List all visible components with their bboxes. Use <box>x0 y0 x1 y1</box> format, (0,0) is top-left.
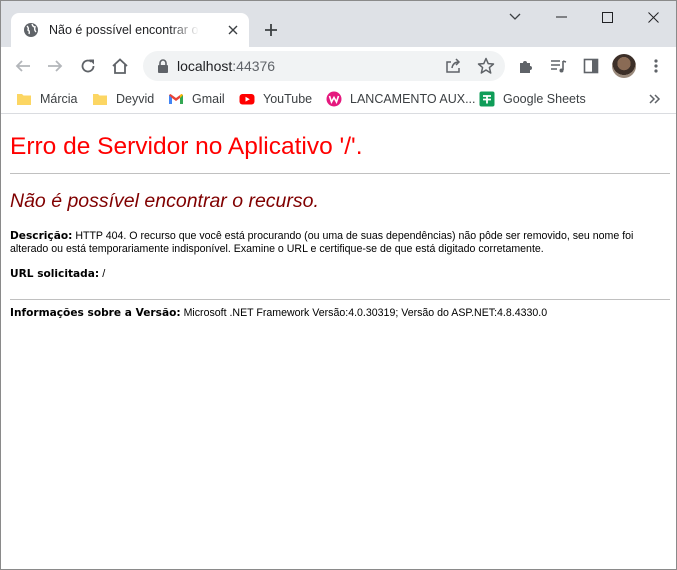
extensions-button[interactable] <box>512 52 540 80</box>
reload-button[interactable] <box>74 52 102 80</box>
requested-url: URL solicitada: / <box>10 268 105 280</box>
server-error-heading: Erro de Servidor no Aplicativo '/'. <box>10 133 363 160</box>
toolbar: localhost:44376 <box>1 47 676 85</box>
plus-icon <box>265 24 277 36</box>
tab-title: Não é possível encontrar o recurso. <box>49 23 199 37</box>
minimize-icon <box>555 16 567 18</box>
version-info: Informações sobre a Versão: Microsoft .N… <box>10 307 547 319</box>
bookmark-label: Márcia <box>40 92 78 106</box>
tab-active[interactable]: Não é possível encontrar o recurso. <box>11 13 249 47</box>
bookmark-label: LANCAMENTO AUX... <box>350 92 476 106</box>
bookmark-label: Google Sheets <box>503 92 586 106</box>
requested-url-label: URL solicitada: <box>10 268 100 280</box>
bookmark-label: Gmail <box>192 92 225 106</box>
page-content: Erro de Servidor no Aplicativo '/'. Não … <box>1 114 676 569</box>
arrow-left-icon <box>15 60 30 72</box>
home-button[interactable] <box>106 52 134 80</box>
bookmark-youtube[interactable]: YouTube <box>239 89 312 109</box>
bookmark-star-icon[interactable] <box>477 57 495 75</box>
bookmark-marcia[interactable]: Márcia <box>16 89 78 109</box>
lock-icon[interactable] <box>155 58 171 74</box>
wamp-icon <box>326 91 342 107</box>
gmail-icon <box>168 91 184 107</box>
double-chevron-right-icon <box>649 94 661 104</box>
bookmark-deyvid[interactable]: Deyvid <box>92 89 154 109</box>
back-button[interactable] <box>9 52 37 80</box>
side-panel-button[interactable] <box>577 52 605 80</box>
bookmarks-bar: Márcia Deyvid Gmail YouTube LANCAMENTO A… <box>1 85 676 114</box>
requested-url-value: / <box>99 268 106 280</box>
bookmark-lancamento[interactable]: LANCAMENTO AUX... <box>326 89 476 109</box>
close-tab-icon[interactable] <box>225 22 241 38</box>
menu-button[interactable] <box>642 52 670 80</box>
tab-strip: Não é possível encontrar o recurso. <box>1 1 676 47</box>
folder-icon <box>92 91 108 107</box>
globe-icon <box>23 22 39 38</box>
address-bar[interactable]: localhost:44376 <box>143 51 505 81</box>
close-icon <box>647 11 659 23</box>
close-window-button[interactable] <box>630 1 676 33</box>
divider <box>10 299 670 300</box>
side-panel-icon <box>583 58 599 74</box>
error-description: Descrição: HTTP 404. O recurso que você … <box>10 230 665 256</box>
more-bookmarks-button[interactable] <box>645 89 665 109</box>
minimize-button[interactable] <box>538 1 584 33</box>
playlist-music-icon <box>551 60 567 73</box>
arrow-right-icon <box>48 60 63 72</box>
url-text[interactable]: localhost:44376 <box>177 58 275 74</box>
avatar[interactable] <box>612 54 636 78</box>
bookmark-label: YouTube <box>263 92 313 106</box>
media-control-button[interactable] <box>544 52 572 80</box>
folder-icon <box>16 91 32 107</box>
version-label: Informações sobre a Versão: <box>10 307 181 319</box>
chevron-down-icon <box>509 13 521 20</box>
description-label: Descrição: <box>10 230 73 242</box>
new-tab-button[interactable] <box>259 18 283 42</box>
share-icon[interactable] <box>444 57 462 75</box>
description-text: HTTP 404. O recurso que você está procur… <box>10 230 634 255</box>
divider <box>10 173 670 174</box>
home-icon <box>112 58 128 74</box>
forward-button[interactable] <box>41 52 69 80</box>
maximize-icon <box>601 11 613 23</box>
bookmark-gmail[interactable]: Gmail <box>168 89 225 109</box>
browser-window: Não é possível encontrar o recurso. <box>0 0 677 570</box>
resource-error-heading: Não é possível encontrar o recurso. <box>10 190 319 212</box>
tab-search-button[interactable] <box>492 1 538 33</box>
puzzle-icon <box>520 61 532 73</box>
bookmark-label: Deyvid <box>116 92 155 106</box>
maximize-button[interactable] <box>584 1 630 33</box>
more-vert-icon <box>654 59 658 73</box>
bookmark-google-sheets[interactable]: Google Sheets <box>479 89 586 109</box>
youtube-icon <box>239 91 255 107</box>
reload-icon <box>81 59 95 73</box>
google-sheets-icon <box>479 91 495 107</box>
version-text: Microsoft .NET Framework Versão:4.0.3031… <box>180 307 548 319</box>
window-controls <box>492 1 676 33</box>
url-host: localhost <box>177 58 233 74</box>
url-port: :44376 <box>232 58 276 74</box>
